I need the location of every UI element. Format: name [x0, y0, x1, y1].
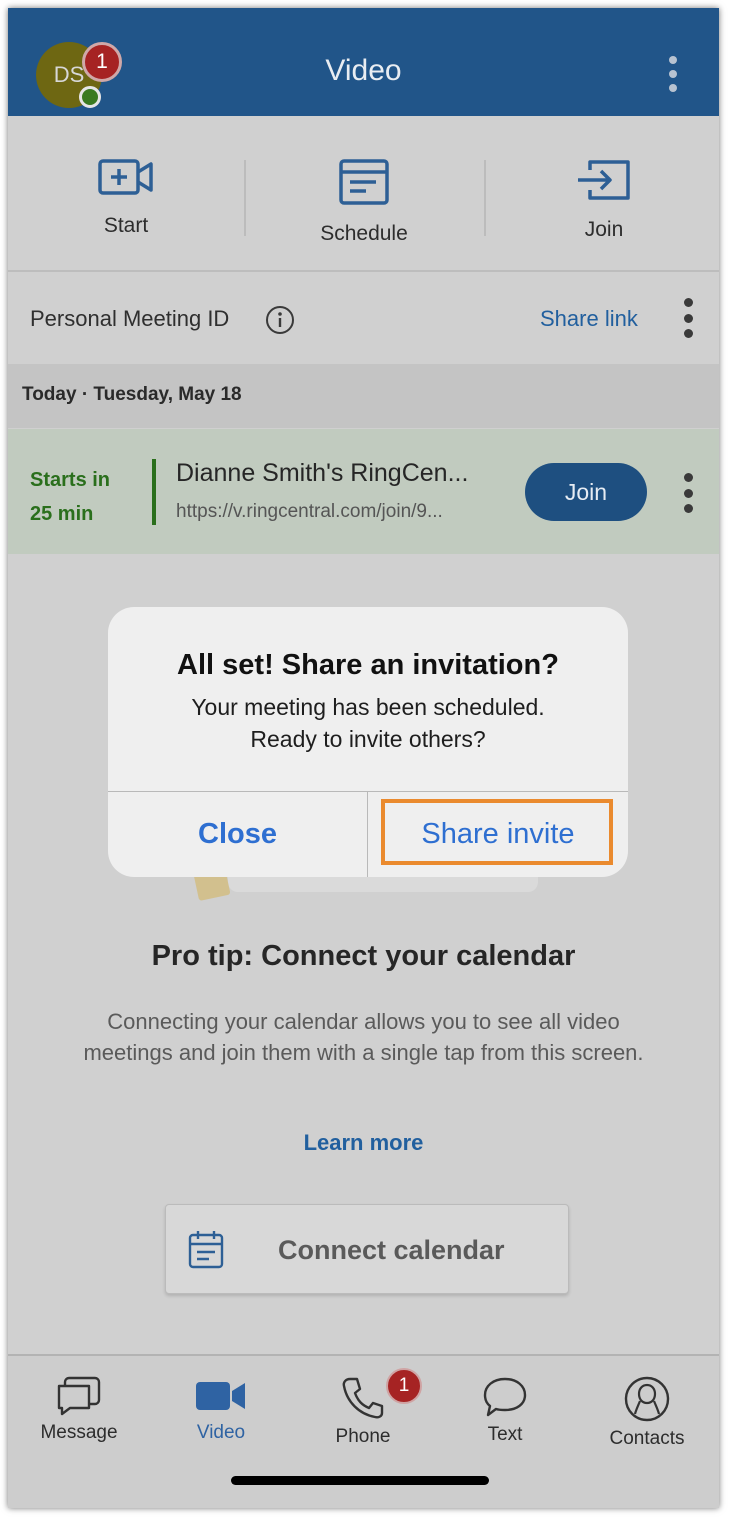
- dialog-message-line2: Ready to invite others?: [250, 726, 486, 752]
- page-title: Video: [325, 54, 402, 87]
- header-more-icon[interactable]: [669, 56, 677, 92]
- pro-tip-body: Connecting your calendar allows you to s…: [83, 1009, 644, 1065]
- connect-calendar-button[interactable]: Connect calendar: [165, 1204, 569, 1294]
- starts-line2: 25 min: [30, 503, 94, 525]
- tab-message[interactable]: Message: [8, 1356, 150, 1466]
- enter-icon: [578, 160, 630, 200]
- phone-screen: DS 1 Video Start Schedule Join Personal …: [8, 8, 719, 1508]
- pmi-label: Personal Meeting ID: [30, 306, 230, 331]
- meeting-title: Dianne Smith's RingCen...: [176, 459, 469, 487]
- date-label: Today · Tuesday, May 18: [22, 384, 242, 405]
- connect-calendar-label: Connect calendar: [278, 1235, 505, 1265]
- calendar-list-icon: [339, 159, 389, 205]
- meeting-more-icon[interactable]: [684, 473, 693, 513]
- close-button[interactable]: Close: [108, 792, 367, 877]
- highlight-box: [381, 799, 613, 865]
- tab-label: Message: [40, 1422, 118, 1443]
- schedule-label: Schedule: [320, 222, 408, 245]
- tab-text[interactable]: Text: [434, 1356, 576, 1466]
- tab-video[interactable]: Video: [150, 1356, 292, 1466]
- personal-meeting-id-row: Personal Meeting ID Share link: [8, 274, 719, 364]
- text-bubble-icon: [483, 1377, 527, 1417]
- contacts-icon: [624, 1376, 670, 1422]
- phone-badge: 1: [386, 1368, 422, 1404]
- date-header: Today · Tuesday, May 18: [8, 364, 719, 428]
- status-bar: [152, 459, 156, 525]
- starts-line1: Starts in: [30, 469, 111, 491]
- join-action-button[interactable]: Join: [486, 116, 719, 272]
- video-icon: [196, 1382, 245, 1410]
- app-header: DS 1 Video: [8, 8, 719, 116]
- learn-more-link[interactable]: Learn more: [8, 1130, 719, 1156]
- tab-label: Video: [196, 1422, 246, 1443]
- home-indicator[interactable]: [231, 1476, 489, 1485]
- share-link[interactable]: Share link: [540, 306, 638, 332]
- start-label: Start: [103, 214, 149, 237]
- tab-label: Phone: [335, 1426, 391, 1447]
- join-label: Join: [584, 218, 624, 241]
- tab-contacts[interactable]: Contacts: [576, 1356, 718, 1466]
- phone-icon: [342, 1377, 384, 1419]
- pro-tip-title: Pro tip: Connect your calendar: [151, 940, 576, 972]
- share-invitation-dialog: All set! Share an invitation? Your meeti…: [108, 607, 628, 877]
- dialog-message: Your meeting has been scheduled. Ready t…: [108, 691, 628, 755]
- tab-label: Text: [487, 1424, 523, 1445]
- start-button[interactable]: Start: [8, 116, 244, 272]
- schedule-button[interactable]: Schedule: [246, 116, 482, 272]
- meeting-url: https://v.ringcentral.com/join/9...: [176, 501, 443, 522]
- calendar-icon: [188, 1231, 224, 1269]
- pmi-more-icon[interactable]: [684, 298, 693, 338]
- dialog-title: All set! Share an invitation?: [177, 649, 559, 681]
- message-icon: [57, 1376, 101, 1416]
- dialog-message-line1: Your meeting has been scheduled.: [191, 694, 545, 720]
- meeting-row[interactable]: Starts in 25 min Dianne Smith's RingCen.…: [8, 429, 719, 554]
- video-plus-icon: [98, 159, 153, 195]
- info-icon[interactable]: [265, 305, 295, 335]
- presence-indicator: [79, 86, 101, 108]
- tab-label: Contacts: [609, 1428, 685, 1449]
- starts-in-label: Starts in 25 min: [30, 463, 110, 531]
- action-row: Start Schedule Join: [8, 116, 719, 272]
- join-meeting-button[interactable]: Join: [525, 463, 647, 521]
